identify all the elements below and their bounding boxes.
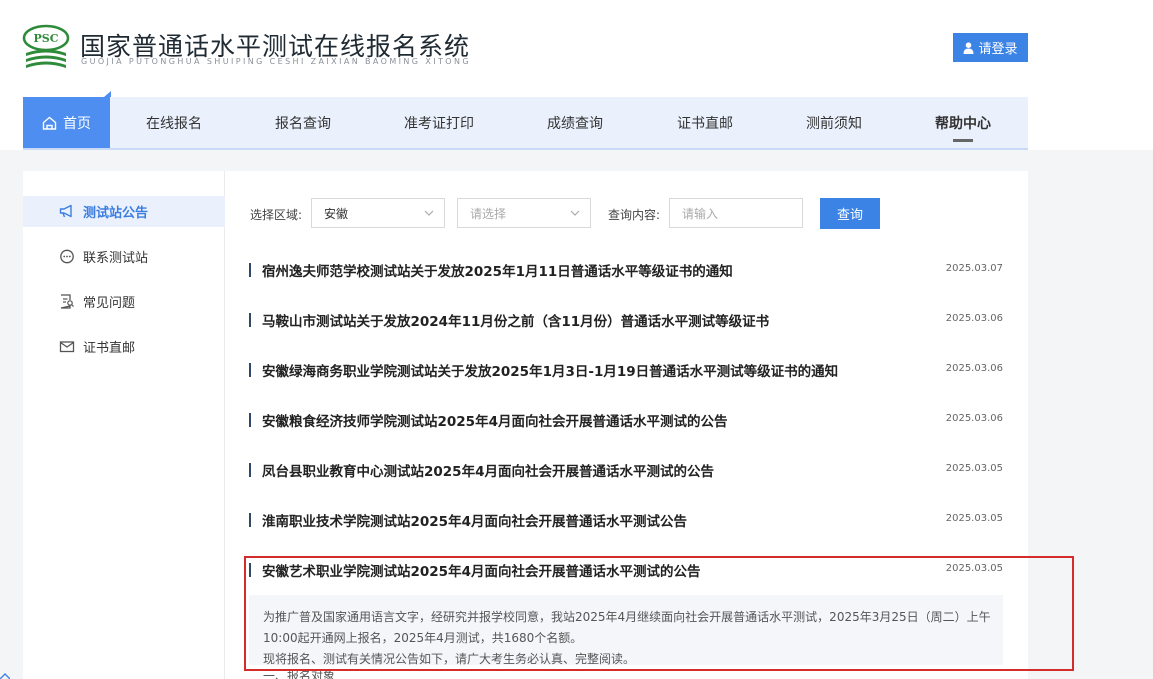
site-subtitle: GUOJIA PUTONGHUA SHUIPING CESHI ZAIXIAN … [81, 57, 471, 66]
nav-admission-print[interactable]: 准考证打印 [390, 97, 488, 148]
news-title[interactable]: 宿州逸夫师范学校测试站关于发放2025年1月11日普通话水平等级证书的通知 [262, 260, 733, 280]
news-title[interactable]: 淮南职业技术学院测试站2025年4月面向社会开展普通话水平测试公告 [262, 510, 687, 530]
nav-online-register[interactable]: 在线报名 [128, 97, 220, 148]
login-button[interactable]: 请登录 [953, 33, 1028, 62]
home-icon [42, 116, 57, 130]
news-date: 2025.03.05 [945, 463, 1003, 474]
news-item[interactable]: 凤台县职业教育中心测试站2025年4月面向社会开展普通话水平测试的公告 2025… [249, 458, 1005, 482]
news-date: 2025.03.07 [945, 263, 1003, 274]
news-item-expanded[interactable]: 安徽艺术职业学院测试站2025年4月面向社会开展普通话水平测试的公告 2025.… [249, 558, 1005, 582]
news-title[interactable]: 凤台县职业教育中心测试站2025年4月面向社会开展普通话水平测试的公告 [262, 460, 714, 480]
news-marker [249, 563, 251, 577]
news-date: 2025.03.05 [945, 513, 1003, 524]
news-excerpt: 为推广普及国家通用语言文字，经研究并报学校同意，我站2025年4月继续面向社会开… [249, 595, 1003, 666]
chevron-down-icon [424, 210, 434, 216]
nav-register-query[interactable]: 报名查询 [257, 97, 349, 148]
news-item[interactable]: 安徽绿海商务职业学院测试站关于发放2025年1月3日-1月19日普通话水平测试等… [249, 358, 1005, 382]
news-marker [249, 513, 251, 527]
nav-home-label: 首页 [63, 115, 91, 132]
content-panel: 测试站公告 联系测试站 常见问题 证书直邮 选择区域: 安徽 请选择 查询内容:… [23, 171, 1028, 679]
excerpt-line: 现将报名、测试有关情况公告如下，请广大考生务必认真、完整阅读。 [263, 652, 636, 666]
news-title[interactable]: 安徽粮食经济技师学院测试站2025年4月面向社会开展普通话水平测试的公告 [262, 410, 727, 430]
nav-test-notice[interactable]: 测前须知 [788, 97, 880, 148]
excerpt-line: 10:00起开通网上报名，2025年4月测试，共1680个名额。 [263, 631, 583, 645]
sidebar-label: 测试站公告 [83, 206, 149, 221]
news-marker [249, 413, 251, 427]
sidebar-label: 证书直邮 [83, 341, 136, 356]
news-date: 2025.03.05 [945, 563, 1003, 574]
chevron-down-icon [570, 210, 580, 216]
news-title[interactable]: 马鞍山市测试站关于发放2024年11月份之前（含11月份）普通话水平测试等级证书 [262, 310, 769, 330]
sidebar-item-contact-station[interactable]: 联系测试站 [23, 241, 225, 272]
sidebar-item-certificate-mail[interactable]: 证书直邮 [23, 331, 225, 362]
city-select[interactable]: 请选择 [457, 198, 591, 228]
svg-text:PSC: PSC [34, 32, 59, 45]
news-marker [249, 363, 251, 377]
news-title[interactable]: 安徽绿海商务职业学院测试站关于发放2025年1月3日-1月19日普通话水平测试等… [262, 360, 838, 380]
sidebar-label: 联系测试站 [83, 251, 149, 266]
news-marker [249, 463, 251, 477]
user-icon [963, 41, 974, 54]
mail-icon [59, 341, 75, 353]
psc-logo: PSC [22, 24, 70, 68]
news-item[interactable]: 马鞍山市测试站关于发放2024年11月份之前（含11月份）普通话水平测试等级证书… [249, 308, 1005, 332]
region-select-value: 安徽 [324, 206, 349, 221]
news-date: 2025.03.06 [945, 313, 1003, 324]
news-item[interactable]: 宿州逸夫师范学校测试站关于发放2025年1月11日普通话水平等级证书的通知 20… [249, 258, 1005, 282]
megaphone-icon [59, 204, 72, 218]
excerpt-next-heading: 一、报名对象 [263, 669, 336, 679]
nav-certificate-mail[interactable]: 证书直邮 [659, 97, 751, 148]
news-date: 2025.03.06 [945, 413, 1003, 424]
news-marker [249, 263, 251, 277]
news-item[interactable]: 淮南职业技术学院测试站2025年4月面向社会开展普通话水平测试公告 2025.0… [249, 508, 1005, 532]
region-select[interactable]: 安徽 [311, 198, 445, 228]
region-label: 选择区域: [250, 208, 303, 222]
news-item[interactable]: 安徽粮食经济技师学院测试站2025年4月面向社会开展普通话水平测试的公告 202… [249, 408, 1005, 432]
query-button[interactable]: 查询 [820, 198, 880, 229]
news-date: 2025.03.06 [945, 363, 1003, 374]
excerpt-line: 为推广普及国家通用语言文字，经研究并报学校同意，我站2025年4月继续面向社会开… [263, 610, 991, 624]
city-select-placeholder: 请选择 [470, 206, 507, 221]
sidebar-item-faq[interactable]: 常见问题 [23, 286, 225, 317]
document-search-icon [60, 294, 74, 309]
nav-home[interactable]: 首页 [23, 91, 111, 148]
news-title[interactable]: 安徽艺术职业学院测试站2025年4月面向社会开展普通话水平测试的公告 [262, 560, 700, 580]
query-input[interactable]: 请输入 [669, 198, 803, 228]
nav-active-underline [953, 139, 973, 142]
query-label: 查询内容: [608, 208, 661, 222]
news-marker [249, 313, 251, 327]
scroll-edge-icon [0, 673, 10, 679]
login-label: 请登录 [978, 42, 1018, 57]
nav-score-query[interactable]: 成绩查询 [529, 97, 621, 148]
sidebar-item-station-notice[interactable]: 测试站公告 [23, 196, 225, 227]
main-nav: 首页 在线报名 报名查询 准考证打印 成绩查询 证书直邮 测前须知 帮助中心 [23, 91, 1028, 150]
sidebar-label: 常见问题 [83, 296, 136, 311]
sidebar: 测试站公告 联系测试站 常见问题 证书直邮 [23, 171, 225, 679]
chat-icon [60, 249, 74, 264]
